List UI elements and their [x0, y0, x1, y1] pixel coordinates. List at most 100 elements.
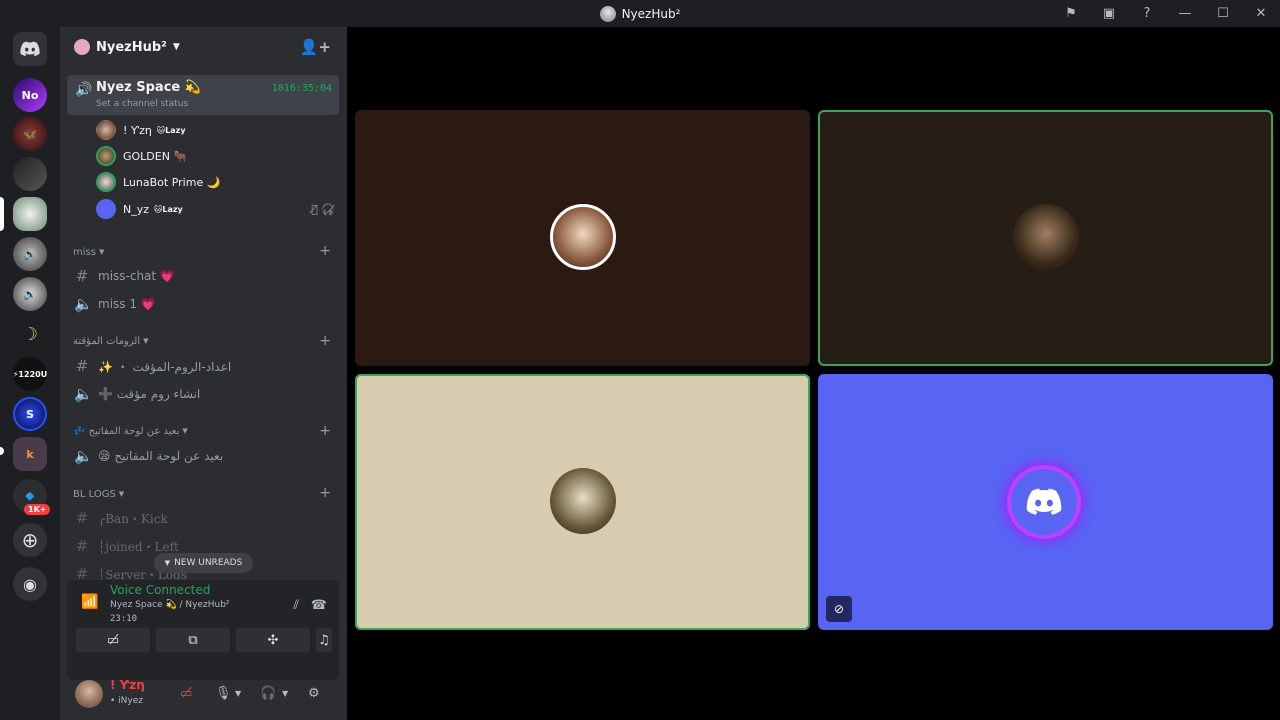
voice-connected-channel[interactable]: Nyez Space 💫 / NyezHub² — [110, 600, 230, 610]
maximize-button[interactable]: ☐ — [1204, 0, 1242, 27]
avatar — [96, 172, 116, 192]
disconnect-icon[interactable]: ☎ — [311, 598, 327, 613]
new-unreads-button[interactable]: ▼ NEW UNREADS — [154, 553, 253, 573]
minimize-button[interactable]: — — [1166, 0, 1204, 27]
voice-connected-label[interactable]: Voice Connected — [110, 583, 210, 597]
active-server-indicator — [0, 197, 4, 231]
server-icon-neon[interactable]: Nο — [13, 78, 47, 112]
add-server-button[interactable]: ⊕ — [13, 523, 47, 557]
user-status: • iNyez — [110, 696, 143, 706]
category-afk[interactable]: 💤 بعيد عن لوحة المفاتيح ▼ — [73, 423, 188, 439]
voice-member[interactable]: LunaBot Prime 🌙 — [96, 171, 220, 193]
help-icon[interactable]: ? — [1128, 0, 1166, 27]
server-icon-dark[interactable] — [13, 157, 47, 191]
server-icon-moon[interactable]: ☽ — [13, 317, 47, 351]
category-miss[interactable]: miss ▼ — [73, 244, 104, 260]
server-icon-1220u[interactable]: ⚡1220U — [13, 357, 47, 391]
invite-people-icon[interactable]: 👤+ — [300, 38, 331, 56]
avatar — [550, 204, 616, 270]
discord-home-button[interactable] — [13, 32, 47, 66]
muted-deafened-icon: 🎙̸ 🎧̸ — [311, 203, 335, 216]
server-list: Nο 🦋 🔊 🔊 ☽ ⚡1220U S k 🔷 1K+ ⊕ ◉ — [0, 27, 60, 720]
participant-tile[interactable]: ⊘ — [818, 374, 1273, 630]
create-channel-icon[interactable]: + — [319, 423, 331, 439]
chevron-down-icon: ▼ — [98, 248, 105, 256]
title-bar: NyezHub² ⚑ ▣ ? — ☐ ✕ — [0, 0, 1280, 27]
signal-icon[interactable]: 📶 — [81, 594, 98, 610]
window-title-text: NyezHub² — [621, 6, 681, 21]
participant-tile[interactable] — [355, 110, 810, 366]
server-icon-butterfly[interactable]: 🦋 — [13, 117, 47, 151]
unread-indicator — [0, 447, 4, 455]
server-icon-voice-a[interactable]: 🔊 — [13, 237, 47, 271]
video-off-icon[interactable]: ⊘ — [826, 596, 852, 622]
category-bl-logs[interactable]: BL LOGS ▼ — [73, 486, 124, 502]
screen-share-icon[interactable]: ▣ — [1090, 0, 1128, 27]
member-name: N_yz — [123, 202, 150, 216]
hashtag-icon: # — [75, 509, 89, 527]
voice-channel-active[interactable]: 🔊 Nyez Space 💫 Set a channel status 1016… — [67, 75, 339, 115]
create-channel-icon[interactable]: + — [319, 485, 331, 501]
voice-member[interactable]: ! Ƴzη 🐱Lazy — [96, 119, 186, 141]
headphones-icon[interactable]: 🎧 — [260, 686, 276, 701]
soundboard-button[interactable]: ♫ — [316, 628, 332, 652]
text-channel[interactable]: # miss-chat 💗 — [74, 264, 175, 288]
category-temp-rooms[interactable]: الرومات المؤقتة ▼ — [73, 333, 149, 349]
avatar — [550, 468, 616, 534]
chevron-down-icon: ▼ — [182, 427, 188, 435]
voice-channel-name: Nyez Space 💫 — [96, 80, 201, 95]
avatar — [1013, 204, 1079, 270]
voice-channel-timer: 1016:35:04 — [271, 83, 332, 94]
speaker-icon: 🔈 — [74, 447, 93, 465]
server-flower-icon — [74, 39, 90, 55]
inbox-flag-icon[interactable]: ⚑ — [1052, 0, 1090, 27]
hashtag-icon: # — [75, 357, 89, 375]
chevron-down-icon[interactable]: ▼ — [235, 689, 241, 698]
voice-member[interactable]: N_yz 🐱Lazy — [96, 198, 183, 220]
participant-tile-speaking[interactable] — [355, 374, 810, 630]
member-tag: 🐱Lazy — [156, 125, 186, 135]
voice-connected-panel: 📶 Voice Connected Nyez Space 💫 / NyezHub… — [67, 580, 339, 680]
noise-suppression-icon[interactable]: ⫽ — [293, 598, 299, 613]
server-header[interactable]: NyezHub² ▼ 👤+ — [60, 27, 347, 67]
avatar — [96, 120, 116, 140]
create-channel-icon[interactable]: + — [319, 243, 331, 259]
microphone-icon[interactable]: 🎙 — [215, 686, 232, 701]
activities-button[interactable]: ✣ — [236, 628, 310, 652]
create-channel-icon[interactable]: + — [319, 333, 331, 349]
server-icon-blue[interactable]: S — [13, 397, 47, 431]
discover-button[interactable]: ◉ — [13, 567, 47, 601]
hashtag-icon: # — [75, 267, 89, 285]
chevron-down-icon: ▼ — [172, 42, 180, 52]
member-name: ! Ƴzη — [123, 123, 152, 137]
camera-off-button[interactable]: ▭̸ — [76, 628, 150, 652]
text-channel[interactable]: # ✨ ・ اعداد-الروم-المؤقت — [74, 354, 232, 378]
username[interactable]: ! Ƴzη — [110, 678, 145, 692]
channel-sidebar: NyezHub² ▼ 👤+ 🔊 Nyez Space 💫 Set a chann… — [60, 27, 347, 720]
chevron-down-icon[interactable]: ▼ — [282, 689, 288, 698]
server-name: NyezHub² — [96, 39, 167, 55]
chevron-down-icon: ▼ — [143, 337, 149, 345]
chevron-down-icon: ▼ — [118, 490, 125, 498]
speaker-icon: 🔊 — [75, 82, 93, 98]
server-icon-nyezhub[interactable] — [13, 197, 47, 231]
voice-channel[interactable]: 🔈 😪 بعيد عن لوحة المفاتيح — [74, 444, 223, 468]
chevron-down-icon: ▼ — [164, 559, 171, 567]
server-icon-k[interactable]: k — [13, 437, 47, 471]
server-icon-voice-b[interactable]: 🔊 — [13, 277, 47, 311]
user-panel: ! Ƴzη • iNyez ▭̸ 🎙 ▼ 🎧 ▼ ⚙ — [60, 678, 347, 720]
voice-member[interactable]: GOLDEN 🐂 — [96, 145, 187, 167]
avatar[interactable] — [75, 680, 103, 708]
text-channel[interactable]: # ╭Ban・Kick — [74, 506, 168, 530]
speaker-icon: 🔈 — [74, 295, 93, 313]
participant-tile-speaking[interactable] — [818, 110, 1273, 366]
avatar — [96, 146, 116, 166]
close-button[interactable]: ✕ — [1242, 0, 1280, 27]
share-screen-button[interactable]: ⧉ — [156, 628, 230, 652]
camera-off-icon[interactable]: ▭̸ — [180, 686, 192, 701]
channel-status-placeholder[interactable]: Set a channel status — [96, 99, 188, 109]
member-name: LunaBot Prime 🌙 — [123, 175, 221, 189]
voice-channel[interactable]: 🔈 miss 1 💗 — [74, 292, 156, 316]
voice-channel[interactable]: 🔈 ➕ انشاء روم مؤقت — [74, 382, 200, 406]
settings-gear-icon[interactable]: ⚙ — [308, 686, 320, 701]
